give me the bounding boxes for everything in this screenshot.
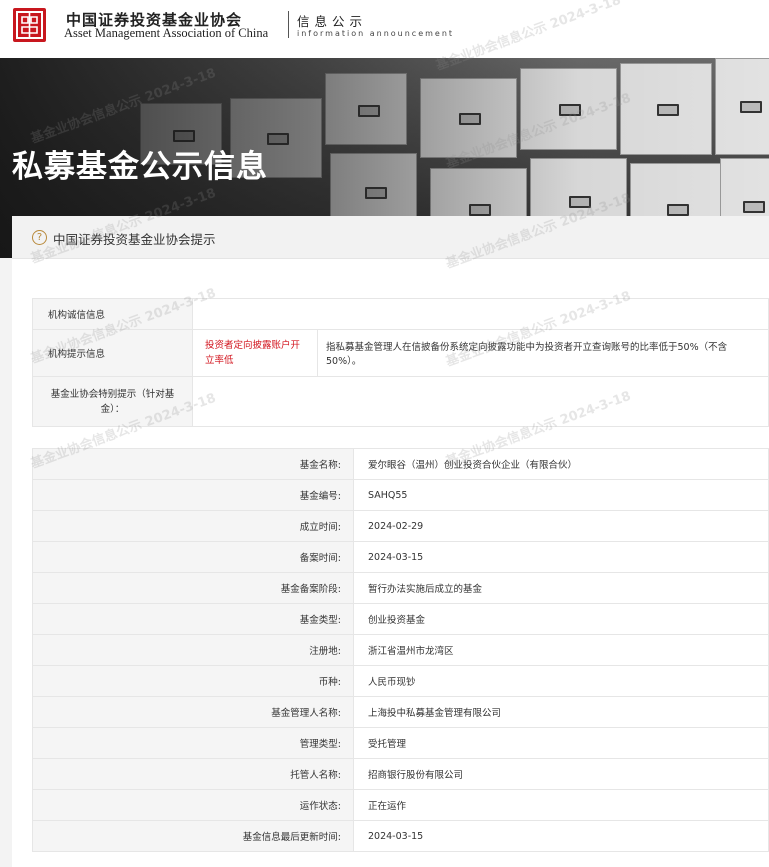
- filing-stage-value: 暂行办法实施后成立的基金: [353, 572, 769, 604]
- fund-type-value: 创业投资基金: [353, 603, 769, 635]
- table-row: 机构提示信息 投资者定向披露账户开立率低 指私募基金管理人在信披备份系统定向披露…: [32, 329, 769, 377]
- table-row: 基金类型: 创业投资基金: [32, 603, 769, 635]
- currency-value: 人民币现钞: [353, 665, 769, 697]
- association-tip-bar: ? 中国证券投资基金业协会提示: [12, 216, 769, 259]
- fund-name-value: 爱尔眼谷（温州）创业投资合伙企业（有限合伙）: [353, 448, 769, 480]
- tip-text: 中国证券投资基金业协会提示: [53, 232, 216, 247]
- table-row: 基金备案阶段: 暂行办法实施后成立的基金: [32, 572, 769, 604]
- header-divider: [288, 11, 289, 38]
- integrity-label: 机构提示信息: [32, 329, 193, 377]
- fund-code-value: SAHQ55: [353, 479, 769, 511]
- management-type-label: 管理类型:: [32, 727, 354, 759]
- integrity-label: 机构诚信信息: [32, 298, 193, 330]
- section-title-en: information announcement: [297, 29, 455, 38]
- table-row: 管理类型: 受托管理: [32, 727, 769, 759]
- integrity-label: 基金业协会特别提示（针对基金）：: [32, 376, 193, 427]
- filing-date-value: 2024-03-15: [353, 541, 769, 573]
- table-row: 成立时间: 2024-02-29: [32, 510, 769, 542]
- table-row: 基金管理人名称: 上海投中私募基金管理有限公司: [32, 696, 769, 728]
- table-row: 备案时间: 2024-03-15: [32, 541, 769, 573]
- custodian-name-label: 托管人名称:: [32, 758, 354, 790]
- management-type-value: 受托管理: [353, 727, 769, 759]
- established-date-label: 成立时间:: [32, 510, 354, 542]
- page-title: 私募基金公示信息: [12, 149, 268, 185]
- section-title-cn: 信息公示: [297, 14, 368, 29]
- manager-name-label: 基金管理人名称:: [32, 696, 354, 728]
- fund-type-label: 基金类型:: [32, 603, 354, 635]
- established-date-value: 2024-02-29: [353, 510, 769, 542]
- main-panel: ? 中国证券投资基金业协会提示 机构诚信信息 机构提示信息 投资者定向披露账户开…: [12, 216, 769, 867]
- table-row: 运作状态: 正在运作: [32, 789, 769, 821]
- amac-logo-icon[interactable]: [13, 8, 46, 42]
- operation-status-label: 运作状态:: [32, 789, 354, 821]
- last-updated-label: 基金信息最后更新时间:: [32, 820, 354, 852]
- registered-location-label: 注册地:: [32, 634, 354, 666]
- table-row: 基金业协会特别提示（针对基金）：: [32, 376, 769, 427]
- org-name-en: Asset Management Association of China: [64, 26, 269, 40]
- registered-location-value: 浙江省温州市龙湾区: [353, 634, 769, 666]
- integrity-value: [192, 298, 769, 330]
- fund-code-label: 基金编号:: [32, 479, 354, 511]
- filing-date-label: 备案时间:: [32, 541, 354, 573]
- table-row: 基金信息最后更新时间: 2024-03-15: [32, 820, 769, 852]
- table-row: 基金名称: 爱尔眼谷（温州）创业投资合伙企业（有限合伙）: [32, 448, 769, 480]
- integrity-info-table: 机构诚信信息 机构提示信息 投资者定向披露账户开立率低 指私募基金管理人在信披备…: [32, 298, 769, 427]
- table-row: 币种: 人民币现钞: [32, 665, 769, 697]
- filing-stage-label: 基金备案阶段:: [32, 572, 354, 604]
- alert-detail: 指私募基金管理人在信披备份系统定向披露功能中为投资者开立查询账号的比率低于50%…: [317, 329, 769, 377]
- fund-info-table: 基金名称: 爱尔眼谷（温州）创业投资合伙企业（有限合伙） 基金编号: SAHQ55 …: [32, 448, 769, 852]
- table-row: 托管人名称: 招商银行股份有限公司: [32, 758, 769, 790]
- question-circle-icon: ?: [32, 230, 47, 245]
- custodian-name-value: 招商银行股份有限公司: [353, 758, 769, 790]
- table-row: 注册地: 浙江省温州市龙湾区: [32, 634, 769, 666]
- table-row: 机构诚信信息: [32, 298, 769, 330]
- operation-status-value: 正在运作: [353, 789, 769, 821]
- manager-name-value[interactable]: 上海投中私募基金管理有限公司: [353, 696, 769, 728]
- currency-label: 币种:: [32, 665, 354, 697]
- fund-name-label: 基金名称:: [32, 448, 354, 480]
- last-updated-value: 2024-03-15: [353, 820, 769, 852]
- alert-tag: 投资者定向披露账户开立率低: [192, 329, 318, 377]
- integrity-value: [192, 376, 769, 427]
- top-header: 中国证券投资基金业协会 Asset Management Association…: [0, 0, 769, 58]
- table-row: 基金编号: SAHQ55: [32, 479, 769, 511]
